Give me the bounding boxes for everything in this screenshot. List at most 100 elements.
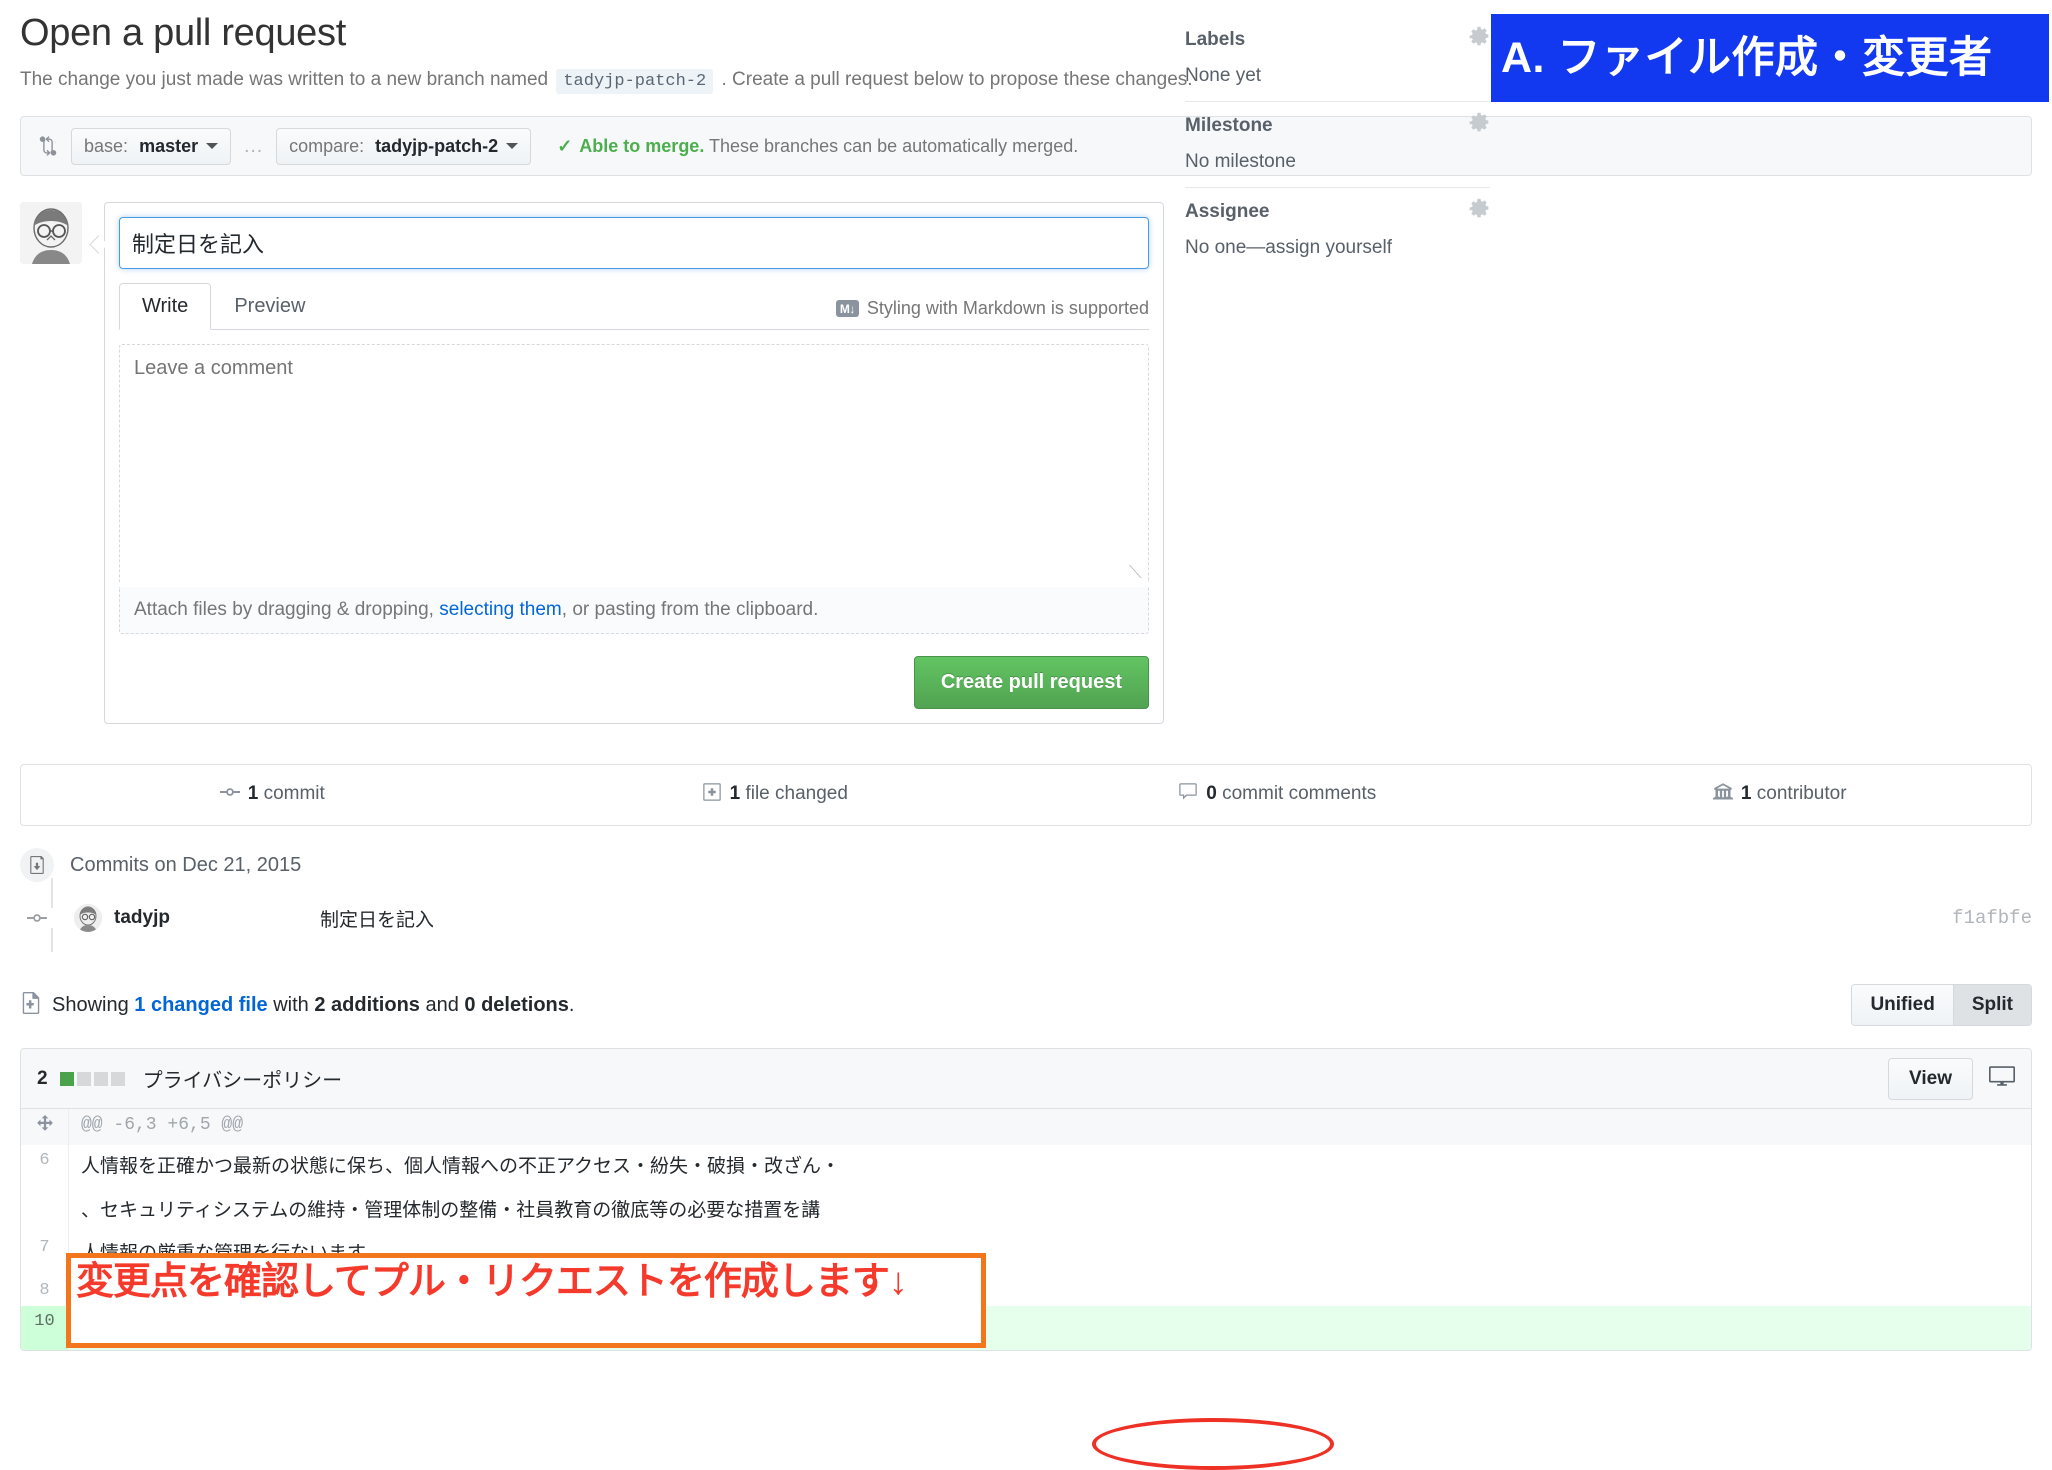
diff-line-number: 8 bbox=[21, 1275, 69, 1307]
comment-textarea-wrap: ⟍ bbox=[119, 330, 1149, 587]
diff-stat-number: 2 bbox=[37, 1067, 48, 1089]
gear-icon[interactable] bbox=[1468, 26, 1490, 53]
branch-compare-bar: base: master … compare: tadyjp-patch-2 ✓… bbox=[20, 116, 2032, 177]
base-label: base: bbox=[84, 135, 129, 156]
additions-count: 2 additions bbox=[314, 993, 420, 1016]
stat-files-changed[interactable]: 1 file changed bbox=[524, 782, 1027, 808]
diff-block-neutral bbox=[93, 1071, 108, 1086]
base-branch-selector[interactable]: base: master bbox=[71, 127, 232, 165]
compare-icon bbox=[37, 135, 59, 157]
comment-form-box: Write Preview M↓ Styling with Markdown i… bbox=[104, 202, 1164, 725]
diff-actions: View bbox=[1888, 1057, 2015, 1100]
markdown-icon: M↓ bbox=[835, 300, 859, 318]
commit-author-name[interactable]: tadyjp bbox=[114, 907, 170, 929]
changed-file-link[interactable]: 1 changed file bbox=[134, 994, 267, 1016]
assignee-value: No one—assign yourself bbox=[1185, 237, 1392, 258]
milestone-header: Milestone bbox=[1185, 112, 1490, 139]
labels-header: Labels bbox=[1185, 26, 1490, 53]
gear-icon[interactable] bbox=[1468, 198, 1490, 225]
diff-line: 、セキュリティシステムの維持・管理体制の整備・社員教育の徹底等の必要な措置を講 bbox=[21, 1188, 2031, 1232]
annotation-red-ellipse bbox=[1092, 1418, 1334, 1470]
commit-row: tadyjp 制定日を記入 f1afbfe bbox=[20, 904, 2032, 933]
sidebar-section-milestone: Milestone No milestone bbox=[1185, 102, 1490, 188]
showing-mid: with bbox=[267, 993, 315, 1016]
stat-commits[interactable]: 1 commit bbox=[21, 782, 524, 808]
markdown-hint: M↓ Styling with Markdown is supported bbox=[835, 298, 1149, 329]
tab-preview[interactable]: Preview bbox=[211, 283, 328, 330]
annotation-orange-text: 変更点を確認してプル・リクエストを作成します↓ bbox=[76, 1261, 908, 1303]
showing-and: and bbox=[419, 993, 465, 1016]
pull-request-page: Open a pull request The change you just … bbox=[0, 0, 2052, 1470]
diff-hunk-gutter-icon bbox=[21, 1109, 69, 1146]
commit-push-icon bbox=[20, 848, 54, 883]
labels-title: Labels bbox=[1185, 28, 1246, 50]
new-pull-request-form: Write Preview M↓ Styling with Markdown i… bbox=[20, 202, 2032, 725]
diff-block-neutral bbox=[76, 1071, 91, 1086]
editor-tabs: Write Preview M↓ Styling with Markdown i… bbox=[119, 283, 1149, 331]
assignee-header: Assignee bbox=[1185, 198, 1490, 225]
commit-message[interactable]: 制定日を記入 bbox=[320, 905, 434, 932]
labels-value: None yet bbox=[1185, 65, 1262, 86]
unified-view-button[interactable]: Unified bbox=[1852, 985, 1953, 1026]
diff-block-add bbox=[59, 1071, 74, 1086]
commits-list: Commits on Dec 21, 2015 tadyjp 制定日を記入 f1… bbox=[20, 848, 2032, 953]
commit-node-icon bbox=[20, 908, 54, 929]
diff-line-text: 人情報を正確かつ最新の状態に保ち、個人情報への不正アクセス・紛失・破損・改ざん・ bbox=[81, 1156, 841, 1178]
commits-day-header: Commits on Dec 21, 2015 bbox=[20, 848, 2032, 883]
comment-textarea[interactable] bbox=[119, 344, 1149, 583]
comment-arrow bbox=[90, 202, 104, 724]
diff-line-number: 10 bbox=[21, 1306, 69, 1350]
compare-branch-name: tadyjp-patch-2 bbox=[375, 135, 499, 156]
select-files-link[interactable]: selecting them bbox=[439, 599, 562, 620]
contributors-label: contributor bbox=[1756, 783, 1847, 805]
commits-count: 1 bbox=[247, 783, 259, 805]
comments-count: 0 bbox=[1206, 783, 1217, 805]
comment-icon bbox=[1178, 782, 1198, 808]
pull-request-title-input[interactable] bbox=[119, 217, 1149, 270]
diff-stat-blocks bbox=[59, 1071, 125, 1086]
gear-icon[interactable] bbox=[1468, 112, 1490, 139]
file-diff-icon bbox=[702, 782, 722, 808]
subtitle-before: The change you just made was written to … bbox=[20, 68, 549, 90]
check-icon: ✓ bbox=[557, 135, 573, 156]
view-file-button[interactable]: View bbox=[1888, 1057, 1973, 1100]
sidebar-section-assignee: Assignee No one—assign yourself bbox=[1185, 188, 1490, 273]
pull-request-stats-bar: 1 commit 1 file changed 0 commit comment… bbox=[20, 764, 2032, 827]
compare-branch-selector[interactable]: compare: tadyjp-patch-2 bbox=[276, 127, 532, 165]
diff-hunk-text: @@ -6,3 +6,5 @@ bbox=[81, 1115, 244, 1136]
annotation-blue-banner: A. ファイル作成・変更者 bbox=[1491, 14, 2049, 102]
sidebar-section-labels: Labels None yet bbox=[1185, 16, 1490, 102]
create-pull-request-button[interactable]: Create pull request bbox=[913, 656, 1149, 710]
diff-filename[interactable]: プライバシーポリシー bbox=[143, 1064, 343, 1093]
files-count: 1 bbox=[729, 783, 741, 805]
tab-write[interactable]: Write bbox=[119, 283, 212, 331]
avatar bbox=[20, 202, 82, 265]
markdown-hint-text: Styling with Markdown is supported bbox=[866, 298, 1149, 319]
diff-line: 6 人情報を正確かつ最新の状態に保ち、個人情報への不正アクセス・紛失・破損・改ざ… bbox=[21, 1145, 2031, 1189]
milestone-title: Milestone bbox=[1185, 114, 1273, 136]
chevron-down-icon bbox=[206, 143, 219, 150]
diff-line-text: 、セキュリティシステムの維持・管理体制の整備・社員教育の徹底等の必要な措置を講 bbox=[81, 1199, 821, 1221]
branch-separator: … bbox=[243, 134, 265, 157]
submit-row: Create pull request bbox=[119, 656, 1149, 710]
attach-files-bar: Attach files by dragging & dropping, sel… bbox=[119, 587, 1149, 635]
showing-prefix: Showing bbox=[52, 993, 135, 1016]
diff-file-icon bbox=[20, 991, 42, 1019]
organization-icon bbox=[1712, 782, 1733, 808]
diff-line-number: 7 bbox=[21, 1231, 69, 1276]
showing-suffix: . bbox=[568, 993, 575, 1016]
monitor-icon[interactable] bbox=[1989, 1063, 2015, 1094]
stat-contributors[interactable]: 1 contributor bbox=[1529, 782, 2032, 808]
subtitle-after: . Create a pull request below to propose… bbox=[721, 68, 1193, 90]
chevron-down-icon bbox=[506, 143, 519, 150]
contributors-count: 1 bbox=[1740, 783, 1752, 805]
diff-summary-text: Showing 1 changed file with 2 additions … bbox=[52, 994, 574, 1017]
branch-name-chip: tadyjp-patch-2 bbox=[556, 68, 714, 94]
commit-sha[interactable]: f1afbfe bbox=[1952, 907, 2032, 929]
comments-label: commit comments bbox=[1222, 783, 1377, 805]
pull-request-sidebar: Labels None yet Milestone No milestone A… bbox=[1185, 16, 1490, 273]
split-view-button[interactable]: Split bbox=[1952, 985, 2031, 1026]
diff-block-neutral bbox=[110, 1071, 125, 1086]
diff-line-number: 6 bbox=[21, 1145, 69, 1189]
stat-commit-comments[interactable]: 0 commit comments bbox=[1026, 782, 1529, 808]
